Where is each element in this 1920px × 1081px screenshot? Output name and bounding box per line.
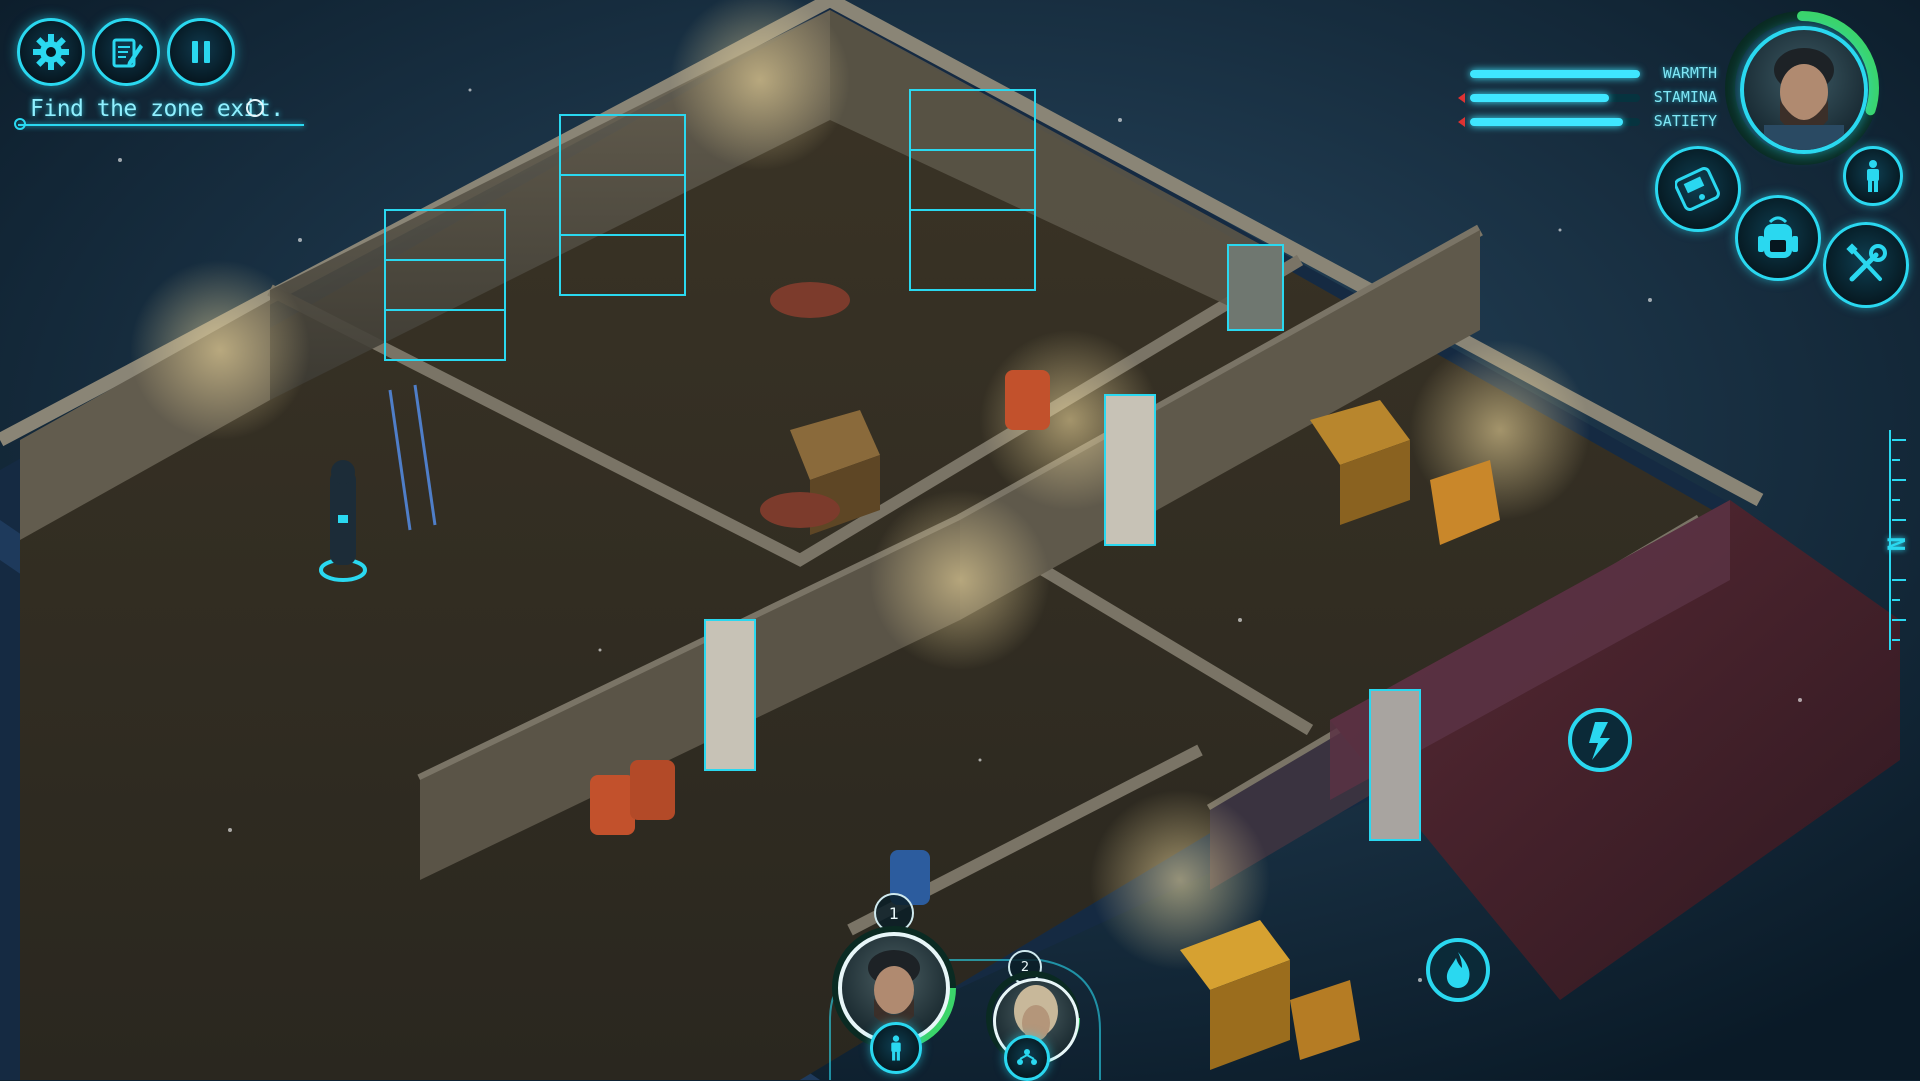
stamina-stat: STAMINA [1458, 88, 1717, 108]
handheld-device-icon [1675, 167, 1720, 211]
character-portrait[interactable] [1740, 26, 1868, 154]
stamina-bar [1470, 94, 1640, 102]
stamina-warning-icon [1458, 93, 1465, 103]
satiety-stat: SATIETY [1458, 112, 1717, 132]
door[interactable] [704, 619, 756, 771]
satiety-warning-icon [1458, 117, 1465, 127]
notepad-icon [112, 38, 143, 68]
person-standing-icon [891, 1035, 901, 1061]
inventory-button[interactable] [1735, 195, 1821, 281]
game-world-view[interactable] [0, 0, 1920, 1080]
pda-button[interactable] [1655, 146, 1741, 232]
journal-button[interactable] [92, 18, 160, 86]
warmth-stat: WARMTH [1462, 64, 1717, 84]
pause-icon [192, 41, 210, 63]
lamp-light [130, 260, 310, 440]
character-stance-button[interactable] [1843, 146, 1903, 206]
gear-icon [33, 34, 69, 70]
group-icon [1017, 1049, 1037, 1065]
stamina-bar-fill [1470, 94, 1610, 102]
party-member-group-button[interactable] [1004, 1035, 1050, 1081]
lamp-light [870, 490, 1050, 670]
compass-heading: N [1883, 536, 1911, 552]
generator[interactable] [1568, 708, 1632, 772]
satiety-bar [1470, 118, 1640, 126]
objective-underline [18, 124, 304, 126]
backpack-icon [1758, 216, 1798, 258]
wrench-screwdriver-icon [1846, 243, 1887, 282]
party-member-stance-button[interactable] [870, 1022, 922, 1074]
person-standing-icon [1867, 160, 1879, 192]
pause-button[interactable] [167, 18, 235, 86]
satiety-bar-fill [1470, 118, 1623, 126]
door[interactable] [1369, 689, 1421, 841]
stamina-label: STAMINA [1653, 88, 1717, 106]
crafting-button[interactable] [1823, 222, 1909, 308]
warmth-bar [1470, 70, 1640, 78]
objective-marker-icon [246, 99, 264, 117]
satiety-label: SATIETY [1653, 112, 1717, 130]
warmth-label: WARMTH [1662, 64, 1717, 82]
door[interactable] [1104, 394, 1156, 546]
objective-tracker[interactable]: Find the zone exit. [14, 94, 304, 130]
door[interactable] [1227, 244, 1284, 331]
stove[interactable] [1426, 938, 1490, 1002]
settings-button[interactable] [17, 18, 85, 86]
survivor-face-icon [1764, 48, 1844, 150]
warmth-bar-fill [1470, 70, 1640, 78]
